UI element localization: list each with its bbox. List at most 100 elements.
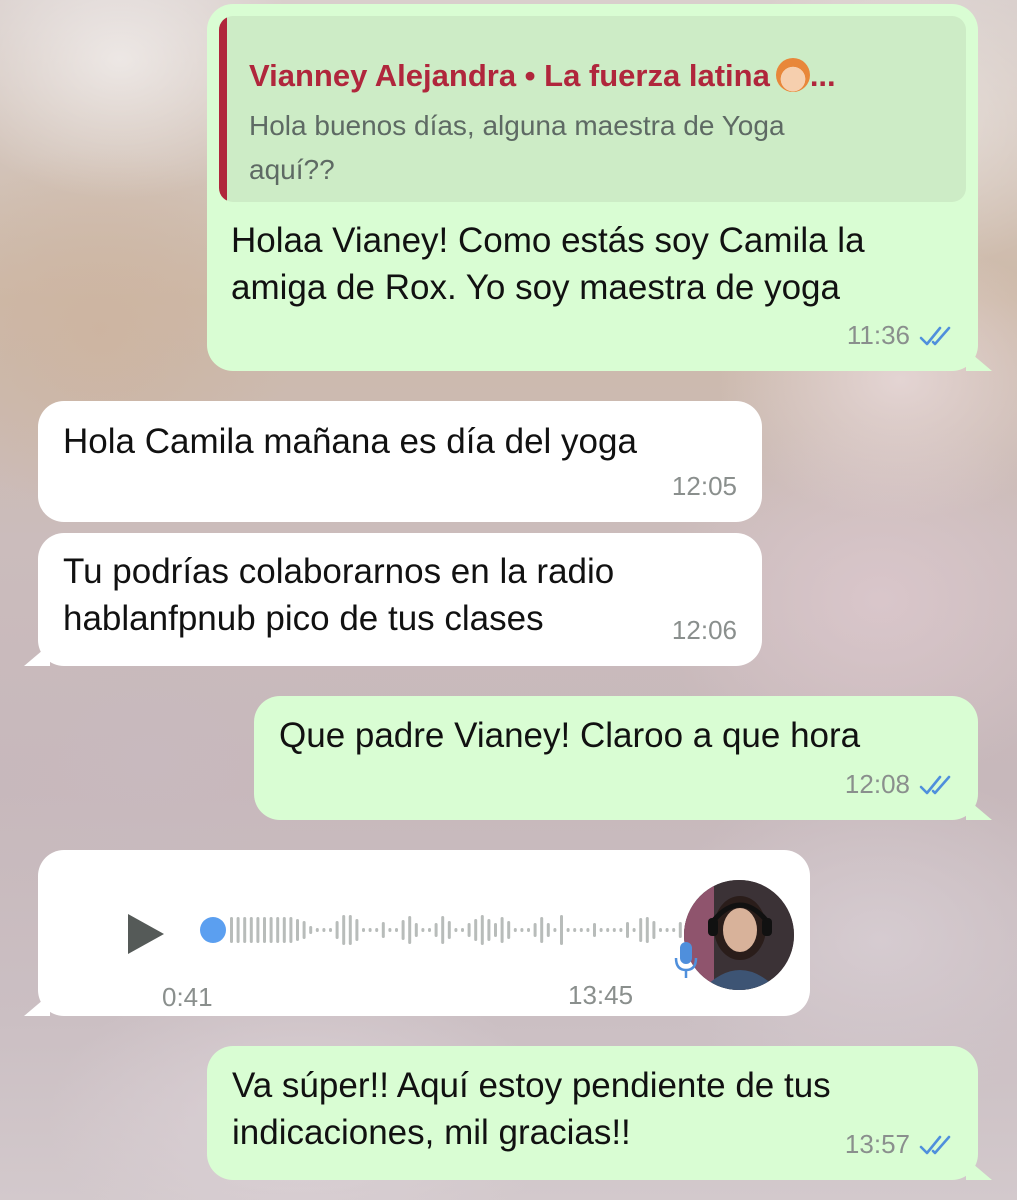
message-meta: 13:57	[845, 1121, 954, 1168]
waveform-bar	[533, 923, 537, 937]
waveform-bar	[599, 928, 603, 932]
message-text: Va súper!! Aquí estoy pendiente de tus i…	[232, 1066, 831, 1152]
waveform-bar	[474, 919, 478, 941]
waveform-bar	[652, 921, 656, 939]
waveform-bar	[665, 928, 669, 932]
quote-accent-bar	[219, 16, 227, 202]
waveform-bar	[236, 917, 240, 943]
waveform-bar	[348, 915, 352, 945]
message-text: Holaa Vianey! Como estás soy Camila la a…	[231, 221, 865, 307]
waveform-bar	[256, 917, 260, 943]
waveform-bar	[368, 928, 372, 932]
message-text: Tu podrías colaborarnos en la radio habl…	[63, 552, 615, 638]
waveform-bar	[546, 923, 550, 937]
waveform-bar	[659, 928, 662, 932]
double-check-read-icon	[919, 1135, 951, 1154]
message-time: 12:08	[844, 769, 910, 799]
waveform-bar	[645, 917, 649, 943]
waveform-bar	[606, 928, 610, 932]
message-meta: 12:06	[672, 607, 737, 654]
playback-position-handle[interactable]	[200, 917, 226, 943]
waveform-bar	[342, 915, 346, 945]
avatar-portrait	[684, 880, 794, 990]
waveform-bar	[573, 928, 577, 932]
double-check-read-icon	[919, 326, 951, 345]
waveform-bar	[678, 922, 682, 938]
quote-author-name: Vianney Alejandra • La fuerza latina	[249, 58, 770, 93]
quote-author-ellipsis: ...	[809, 58, 836, 93]
voice-duration: 0:41	[162, 974, 213, 1021]
waveform-bar	[520, 928, 524, 932]
quoted-message[interactable]: Vianney Alejandra • La fuerza latina... …	[219, 16, 966, 202]
voice-duration-text: 0:41	[162, 982, 213, 1012]
waveform-bar	[302, 921, 306, 939]
message-time: 13:57	[844, 1129, 910, 1159]
waveform-bar	[586, 928, 590, 932]
quote-text: Hola buenos días, alguna maestra de Yoga…	[249, 110, 785, 185]
audio-waveform[interactable]	[198, 900, 688, 960]
waveform-bar	[461, 928, 464, 932]
waveform-bar	[467, 923, 471, 937]
waveform-bar	[527, 928, 530, 932]
waveform-bar	[626, 922, 629, 938]
waveform-bar	[560, 915, 563, 945]
message-time: 11:36	[846, 320, 910, 350]
waveform-bar	[315, 928, 319, 932]
waveform-bar	[362, 928, 365, 932]
waveform-bar	[553, 928, 557, 932]
waveform-bar	[230, 917, 233, 943]
message-meta: 12:08	[845, 761, 954, 808]
waveform-bar	[428, 928, 431, 932]
waveform-bar	[487, 919, 491, 941]
waveform-bar	[243, 917, 247, 943]
message-time: 12:05	[671, 471, 737, 501]
waveform-bar	[395, 928, 398, 932]
microphone-icon	[674, 942, 698, 978]
message-bubble-outgoing[interactable]: Vianney Alejandra • La fuerza latina... …	[207, 4, 992, 371]
message-bubble-incoming[interactable]: Tu podrías colaborarnos en la radio habl…	[24, 533, 762, 666]
message-bubble-outgoing[interactable]: Que padre Vianey! Claroo a que hora 12:0…	[254, 696, 992, 820]
waveform-bar	[494, 923, 497, 937]
play-icon[interactable]	[126, 912, 166, 956]
sender-avatar[interactable]	[684, 880, 794, 990]
message-text: Que padre Vianey! Claroo a que hora	[279, 716, 861, 755]
woman-red-hair-emoji-icon	[775, 58, 810, 92]
waveform-bar	[322, 928, 326, 932]
waveform-bar	[579, 928, 583, 932]
waveform-bar	[447, 921, 451, 939]
waveform-bar	[401, 920, 405, 940]
waveform-bar	[441, 916, 445, 944]
waveform-bar	[540, 917, 544, 943]
waveform-bar	[454, 928, 458, 932]
double-check-read-icon	[919, 775, 951, 794]
waveform-bar	[408, 916, 412, 944]
message-bubble-outgoing[interactable]: Va súper!! Aquí estoy pendiente de tus i…	[207, 1046, 992, 1180]
message-meta: 13:45	[568, 972, 633, 1019]
waveform-bar	[282, 917, 286, 943]
waveform-bar	[639, 918, 643, 942]
waveform-bar	[355, 919, 359, 941]
waveform-bar	[421, 928, 425, 932]
message-meta: 12:05	[672, 463, 737, 510]
waveform-bar	[480, 915, 484, 945]
quote-author: Vianney Alejandra • La fuerza latina...	[249, 52, 836, 99]
waveform-bar	[381, 922, 385, 938]
waveform-bar	[276, 917, 280, 943]
waveform-bar	[263, 917, 266, 943]
waveform-bar	[612, 928, 616, 932]
message-bubble-incoming[interactable]: Hola Camila mañana es día del yoga 12:05	[38, 401, 762, 522]
waveform-bar	[632, 928, 636, 932]
waveform-bar	[566, 928, 570, 932]
message-time: 13:45	[568, 980, 634, 1010]
voice-message-bubble[interactable]: 0:41 13:45	[24, 850, 810, 1019]
waveform-bar	[414, 923, 418, 937]
waveform-bar	[249, 917, 253, 943]
waveform-bar	[619, 928, 623, 932]
waveform-bar	[375, 928, 379, 932]
waveform-bar	[329, 928, 332, 932]
message-time: 12:06	[671, 615, 737, 645]
waveform-bar	[434, 923, 438, 937]
waveform-bar	[593, 923, 596, 937]
waveform-bar	[507, 921, 511, 939]
waveform-bar	[500, 917, 504, 943]
